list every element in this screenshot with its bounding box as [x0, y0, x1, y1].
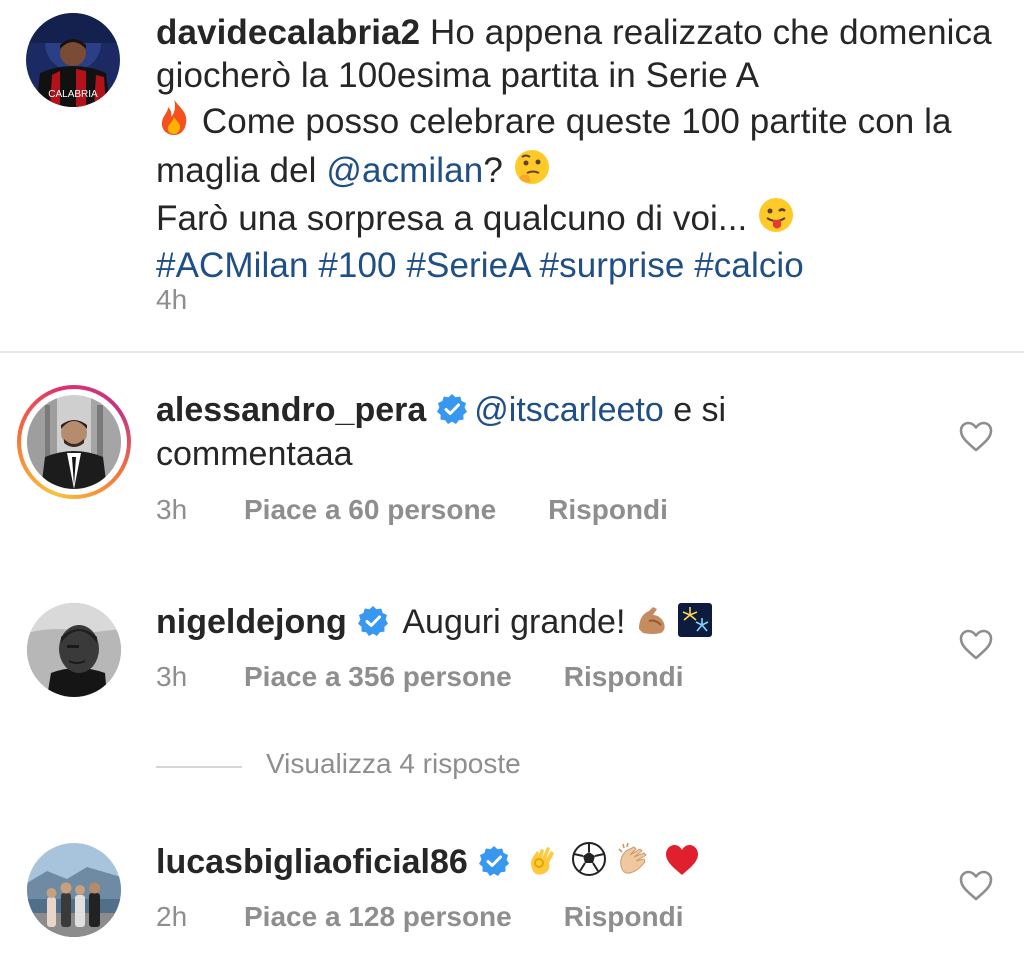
comment-mention-link[interactable]: @itscarleeto	[474, 391, 663, 429]
flexed-biceps-emoji-icon	[635, 603, 669, 648]
comment-likes-link[interactable]: Piace a 356 persone	[244, 661, 512, 693]
verified-badge-icon	[357, 604, 389, 636]
fire-emoji-icon	[156, 97, 192, 148]
winking-tongue-emoji-icon	[757, 196, 795, 245]
comment-meta: 2h Piace a 128 persone Rispondi	[156, 901, 684, 933]
caption-hashtags[interactable]: #ACMilan #100 #SerieA #surprise #calcio	[156, 246, 804, 285]
comment-meta: 3h Piace a 60 persone Rispondi	[156, 494, 668, 526]
view-replies-label: Visualizza 4 risposte	[266, 748, 521, 779]
clapping-hands-emoji-icon	[616, 841, 654, 888]
jersey-text: CALABRIA	[48, 89, 98, 100]
comment-body: nigeldejong Auguri grande!	[156, 600, 916, 648]
post-timestamp: 4h	[156, 284, 188, 315]
caption-mention-link[interactable]: @acmilan	[326, 151, 483, 190]
comment-meta: 3h Piace a 356 persone Rispondi	[156, 661, 684, 693]
comment-username[interactable]: nigeldejong	[156, 603, 347, 641]
comment-likes-link[interactable]: Piace a 60 persone	[244, 494, 496, 526]
comment-text: Auguri grande!	[402, 603, 626, 641]
comment-username[interactable]: alessandro_pera	[156, 391, 426, 429]
commenter-avatar[interactable]	[27, 843, 121, 937]
caption-divider	[0, 351, 1024, 353]
verified-badge-icon	[478, 844, 510, 876]
ok-hand-emoji-icon	[525, 841, 561, 888]
verified-badge-icon	[436, 392, 468, 424]
caption-line-4: Farò una sorpresa a qualcuno di voi...	[156, 199, 748, 238]
red-heart-emoji-icon	[664, 843, 700, 888]
comment-likes-link[interactable]: Piace a 128 persone	[244, 901, 512, 933]
commenter-avatar[interactable]	[27, 603, 121, 697]
thinking-face-emoji-icon	[513, 148, 551, 197]
caption-line-2: Come posso celebrare queste 100 partite …	[156, 102, 952, 190]
comment-body: alessandro_pera @itscarleeto e si comment…	[156, 388, 916, 476]
like-heart-icon[interactable]	[958, 420, 994, 452]
like-heart-icon[interactable]	[958, 869, 994, 901]
reply-button[interactable]: Rispondi	[548, 494, 668, 526]
post-caption: davidecalabria2 Ho appena realizzato che…	[156, 12, 996, 287]
comment-timestamp: 3h	[156, 494, 188, 525]
comment-username[interactable]: lucasbigliaoficial86	[156, 843, 468, 881]
reply-button[interactable]: Rispondi	[564, 901, 684, 933]
caption-line-3: ?	[483, 150, 503, 190]
comment-timestamp: 2h	[156, 901, 188, 932]
fireworks-emoji-icon	[678, 603, 713, 648]
post-author-avatar[interactable]: CALABRIA	[26, 13, 120, 107]
soccer-ball-emoji-icon	[571, 841, 607, 888]
commenter-avatar[interactable]	[27, 395, 121, 489]
comment-timestamp: 3h	[156, 661, 188, 692]
comment-body: lucasbigliaoficial86	[156, 840, 916, 888]
replies-divider-line	[156, 766, 242, 768]
post-author-username[interactable]: davidecalabria2	[156, 13, 420, 52]
reply-button[interactable]: Rispondi	[564, 661, 684, 693]
like-heart-icon[interactable]	[958, 628, 994, 660]
